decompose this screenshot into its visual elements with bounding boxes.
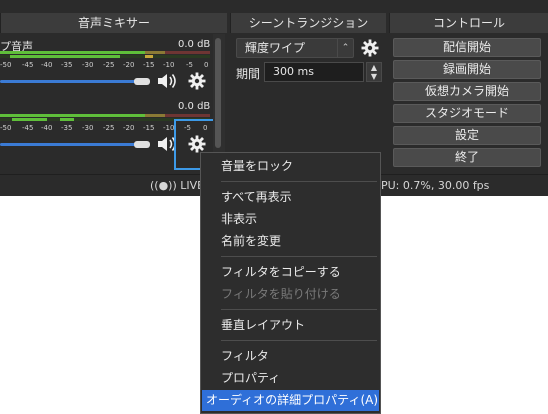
menu-item-paste-filters: フィルタを貼り付ける [221, 287, 341, 301]
context-menu: 音量をロック すべて再表示 非表示 名前を変更 フィルタをコピーする フィルタを… [200, 152, 381, 414]
meter-scale: -50 -45 -40 -35 -30 -25 -20 -15 -10 -5 0 [0, 61, 210, 71]
scale-tick: -40 [41, 61, 53, 69]
start-streaming-button[interactable]: 配信開始 [393, 38, 541, 57]
volume-meter [0, 55, 210, 58]
menu-item-properties[interactable]: プロパティ [202, 368, 379, 389]
speaker-icon[interactable] [156, 71, 176, 91]
gear-icon[interactable] [188, 72, 208, 92]
volume-meter [0, 114, 210, 117]
controls-title: コントロール [389, 13, 548, 33]
scale-tick: -20 [123, 61, 135, 69]
scale-tick: -35 [61, 61, 73, 69]
volume-slider[interactable] [0, 143, 138, 146]
menu-item-rename[interactable]: 名前を変更 [202, 231, 379, 252]
scene-transitions-title: シーントランジション [230, 13, 386, 33]
scale-tick: -30 [82, 124, 94, 132]
menu-item-filters[interactable]: フィルタ [202, 346, 379, 367]
scale-tick: -5 [186, 61, 193, 69]
scale-tick: 0 [204, 61, 209, 69]
channel-db-readout: 0.0 dB [178, 101, 211, 112]
scale-tick: -45 [22, 61, 34, 69]
scale-tick: -35 [61, 124, 73, 132]
menu-separator [221, 256, 377, 257]
broadcast-icon: ((●)) [150, 179, 177, 192]
duration-input[interactable]: 300 ms [264, 62, 364, 82]
channel-db-readout: 0.0 dB [178, 39, 211, 50]
duration-spinner[interactable]: ▲ ▼ [366, 62, 382, 82]
scale-tick: -25 [103, 124, 115, 132]
scale-tick: -10 [163, 61, 175, 69]
menu-separator [221, 181, 377, 182]
volume-slider[interactable] [0, 80, 138, 83]
scale-tick: -50 [0, 61, 12, 69]
menu-item-lock-volume[interactable]: 音量をロック [202, 156, 379, 177]
scale-tick: -45 [22, 124, 34, 132]
transition-select[interactable]: 輝度ワイプ ⌃ [236, 38, 354, 58]
select-arrows-icon[interactable]: ⌃ [337, 39, 353, 57]
menu-item-vertical-layout[interactable]: 垂直レイアウト [202, 315, 379, 336]
scale-tick: -25 [103, 61, 115, 69]
volume-meter [0, 51, 210, 54]
start-recording-button[interactable]: 録画開始 [393, 60, 541, 79]
live-indicator: ((●)) LIVE [150, 179, 204, 192]
menu-item-unhide-all[interactable]: すべて再表示 [202, 187, 379, 208]
scale-tick: -40 [41, 124, 53, 132]
scale-tick: -10 [163, 124, 175, 132]
menu-item-hide[interactable]: 非表示 [202, 209, 379, 230]
start-virtual-camera-button[interactable]: 仮想カメラ開始 [393, 82, 541, 101]
menu-separator [221, 340, 377, 341]
cpu-readout: PU: 0.7%, 30.00 fps [381, 179, 490, 192]
scale-tick: -15 [143, 61, 155, 69]
meter-scale: -50 -45 -40 -35 -30 -25 -20 -15 -10 [0, 124, 175, 134]
transition-select-value: 輝度ワイプ [245, 41, 306, 55]
volume-slider-handle[interactable] [134, 141, 150, 148]
menu-item-copy-filters[interactable]: フィルタをコピーする [202, 262, 379, 283]
gear-icon[interactable] [361, 39, 381, 59]
mixer-scrollbar-thumb[interactable] [215, 38, 221, 148]
duration-label: 期間 [236, 67, 261, 81]
scale-tick: -20 [123, 124, 135, 132]
settings-button[interactable]: 設定 [393, 126, 541, 145]
audio-mixer-title: 音声ミキサー [0, 13, 227, 33]
menu-item-advanced-audio-properties[interactable]: オーディオの詳細プロパティ(A) [202, 390, 379, 411]
scale-tick: -15 [143, 124, 155, 132]
speaker-icon[interactable] [156, 134, 176, 154]
exit-button[interactable]: 終了 [393, 148, 541, 167]
volume-slider-handle[interactable] [134, 78, 150, 85]
studio-mode-button[interactable]: スタジオモード [393, 104, 541, 123]
scale-tick: -50 [0, 124, 12, 132]
scale-tick: -30 [82, 61, 94, 69]
menu-separator [221, 309, 377, 310]
